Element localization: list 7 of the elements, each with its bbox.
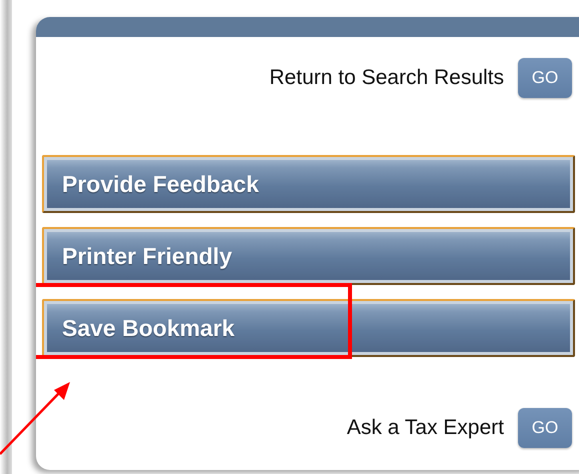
menu-button[interactable]: Printer Friendly (42, 227, 575, 285)
link-label: Ask a Tax Expert (346, 416, 504, 440)
link-label: Return to Search Results (269, 66, 504, 90)
menu-button[interactable]: Save Bookmark (42, 299, 575, 357)
go-button[interactable]: GO (518, 408, 572, 448)
go-button[interactable]: GO (518, 58, 572, 98)
menu-button[interactable]: Provide Feedback (42, 155, 575, 213)
